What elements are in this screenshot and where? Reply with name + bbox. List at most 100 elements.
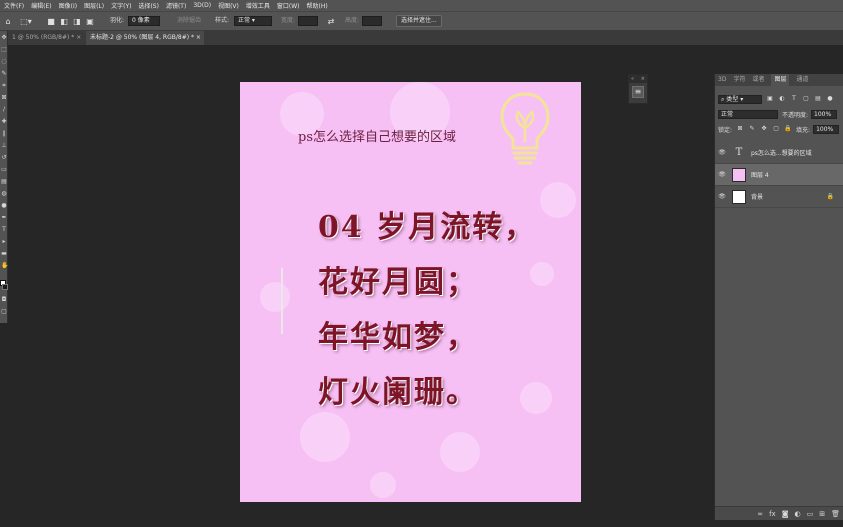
eye-icon[interactable]: 👁	[715, 171, 729, 178]
menu-select[interactable]: 选择(S)	[138, 1, 159, 10]
subtract-selection-icon[interactable]: ◨	[72, 16, 82, 26]
path-select-icon[interactable]: ▸	[1, 239, 7, 245]
dodge-tool-icon[interactable]: ●	[1, 203, 7, 209]
canvas-title-text: ps怎么选择自己想要的区域	[298, 130, 456, 145]
style-select[interactable]: 正常 ▾	[234, 16, 272, 26]
menu-file[interactable]: 文件(F)	[4, 1, 24, 10]
style-label: 样式:	[215, 17, 230, 24]
lock-transparent-icon[interactable]: ⊠	[736, 125, 744, 133]
select-and-mask-button[interactable]: 选择并遮住...	[396, 15, 442, 27]
marquee-tool-icon[interactable]: ⬚	[1, 47, 7, 53]
lock-pixels-icon[interactable]: ✎	[748, 125, 756, 133]
expand-icon[interactable]: «	[631, 75, 634, 83]
tab-3d[interactable]: 3D	[718, 74, 726, 86]
gradient-tool-icon[interactable]: ▤	[1, 179, 7, 185]
pen-tool-icon[interactable]: ✒	[1, 215, 7, 221]
shape-tool-icon[interactable]: ▬	[1, 251, 7, 257]
properties-icon[interactable]: ≡	[632, 86, 644, 98]
new-layer-icon[interactable]: ⊞	[819, 510, 825, 518]
pixel-filter-icon[interactable]: ▣	[766, 95, 774, 103]
menu-type[interactable]: 文字(Y)	[111, 1, 131, 10]
eye-icon[interactable]: 👁	[715, 193, 729, 200]
menu-edit[interactable]: 编辑(E)	[31, 1, 51, 10]
menu-bar: 文件(F) 编辑(E) 图像(I) 图层(L) 文字(Y) 选择(S) 滤镜(T…	[0, 0, 843, 11]
lock-label: 锁定:	[718, 126, 733, 134]
folder-icon[interactable]: ▭	[807, 510, 814, 518]
lock-artboard-icon[interactable]: ▢	[772, 125, 780, 133]
eraser-tool-icon[interactable]: ▭	[1, 167, 7, 173]
menu-layer[interactable]: 图层(L)	[84, 1, 104, 10]
add-selection-icon[interactable]: ◧	[59, 16, 69, 26]
link-icon[interactable]: ∞	[757, 510, 763, 518]
adjustment-filter-icon[interactable]: ◐	[778, 95, 786, 103]
close-icon[interactable]: ×	[76, 34, 81, 41]
brush-tool-icon[interactable]: ∥	[1, 131, 7, 137]
marquee-icon[interactable]: ⬚▾	[18, 16, 34, 26]
lock-icon[interactable]: 🔒	[784, 125, 792, 133]
opacity-input[interactable]: 100%	[811, 109, 838, 119]
quick-select-tool-icon[interactable]: ✎	[1, 71, 7, 77]
eyedropper-tool-icon[interactable]: ∕	[1, 107, 7, 113]
home-icon[interactable]: ⌂	[3, 16, 13, 26]
history-brush-icon[interactable]: ↺	[1, 155, 7, 161]
background-color-swatch[interactable]	[2, 284, 8, 290]
blend-mode-select[interactable]: 正常	[718, 109, 778, 119]
stamp-tool-icon[interactable]: ⊥	[1, 143, 7, 149]
menu-3d[interactable]: 3D(D)	[193, 2, 211, 9]
bokeh-light	[520, 382, 552, 414]
type-tool-icon[interactable]: T	[1, 227, 7, 233]
kind-filter-select[interactable]: ⌕ 类型 ▾	[718, 94, 762, 104]
mask-icon[interactable]: ◙	[782, 510, 789, 518]
shape-filter-icon[interactable]: ▢	[802, 95, 810, 103]
layer-thumbnail	[732, 167, 746, 182]
tools-panel: ✥ ⬚ ◌ ✎ ⌗ ⊠ ∕ ✚ ∥ ⊥ ↺ ▭ ▤ ◍ ● ✒ T ▸ ▬ ✋ …	[0, 31, 8, 323]
layer-row-text[interactable]: 👁 T ps怎么选...想要的区域	[715, 142, 843, 164]
bokeh-light	[300, 412, 350, 462]
layer-row-layer4[interactable]: 👁 图层 4	[715, 164, 843, 186]
antialias-checkbox[interactable]: 消除锯齿	[177, 16, 201, 26]
layer-row-background[interactable]: 👁 背景 🔒	[715, 186, 843, 208]
trash-icon[interactable]: 🗑	[831, 510, 840, 518]
menu-plugins[interactable]: 增效工具	[246, 1, 270, 10]
hand-tool-icon[interactable]: ✋	[1, 263, 8, 269]
photoshop-window: 文件(F) 编辑(E) 图像(I) 图层(L) 文字(Y) 选择(S) 滤镜(T…	[0, 0, 843, 527]
swap-icon[interactable]: ⇄	[326, 16, 336, 26]
fill-input[interactable]: 100%	[813, 124, 840, 134]
eye-icon[interactable]: 👁	[715, 149, 729, 156]
menu-help[interactable]: 帮助(H)	[307, 1, 328, 10]
frame-tool-icon[interactable]: ⊠	[1, 95, 7, 101]
blur-tool-icon[interactable]: ◍	[1, 191, 7, 197]
filter-toggle-icon[interactable]: ●	[826, 95, 834, 103]
tab-layers[interactable]: 图层	[771, 74, 790, 86]
width-input[interactable]	[298, 16, 318, 26]
document-canvas[interactable]: ps怎么选择自己想要的区域 04 岁月流转， 花好月圆； 年华如梦， 灯火阑珊。	[240, 82, 581, 502]
quick-mask-icon[interactable]: ◘	[1, 297, 7, 303]
tab-doc-2[interactable]: 未标题-2 @ 50% (图层 4, RGB/8#) * ×	[86, 31, 204, 45]
smart-filter-icon[interactable]: ▤	[814, 95, 822, 103]
lock-position-icon[interactable]: ✥	[760, 125, 768, 133]
healing-tool-icon[interactable]: ✚	[1, 119, 7, 125]
lasso-tool-icon[interactable]: ◌	[1, 59, 7, 65]
adjustment-icon[interactable]: ◐	[795, 510, 801, 518]
menu-image[interactable]: 图像(I)	[59, 1, 77, 10]
feather-input[interactable]: 0 像素	[128, 16, 160, 26]
screen-mode-icon[interactable]: ▢	[1, 309, 7, 315]
crop-tool-icon[interactable]: ⌗	[1, 83, 7, 89]
fx-icon[interactable]: fx	[769, 510, 776, 518]
menu-window[interactable]: 窗口(W)	[277, 1, 300, 10]
tab-character[interactable]: 字符	[733, 74, 745, 86]
menu-view[interactable]: 视图(V)	[218, 1, 239, 10]
new-selection-icon[interactable]: ■	[46, 16, 56, 26]
tab-channels[interactable]: 通道	[796, 74, 808, 86]
tab-doc-1[interactable]: 1 @ 50% (RGB/8#) * ×	[8, 31, 82, 45]
bokeh-light	[260, 282, 290, 312]
tab-doc-1-label: 1 @ 50% (RGB/8#) *	[12, 34, 75, 41]
close-icon[interactable]: ×	[196, 34, 201, 41]
menu-filter[interactable]: 滤镜(T)	[166, 1, 186, 10]
close-icon[interactable]: ×	[641, 75, 645, 83]
move-tool-icon[interactable]: ✥	[1, 35, 7, 41]
height-input[interactable]	[362, 16, 382, 26]
tab-paths[interactable]: 或者	[752, 74, 764, 86]
type-filter-icon[interactable]: T	[790, 95, 798, 103]
intersect-selection-icon[interactable]: ▣	[85, 16, 95, 26]
